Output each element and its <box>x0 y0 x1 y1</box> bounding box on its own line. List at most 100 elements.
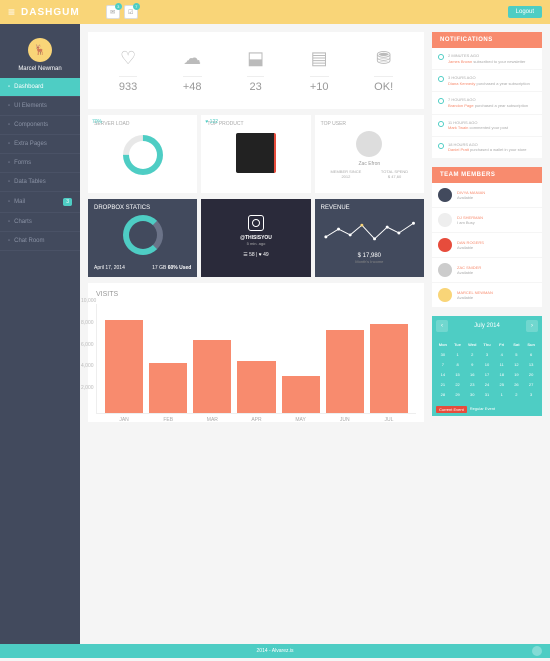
avatar <box>438 213 452 227</box>
calendar-day[interactable]: 4 <box>495 350 509 359</box>
sidebar-item[interactable]: ▫Extra Pages <box>0 135 80 154</box>
revenue-card: REVENUE $ 17,980 Month's Income <box>315 199 424 277</box>
notification-item[interactable]: 18 HOURS AGODaniel Pratt purchased a wal… <box>432 137 542 159</box>
bar: MAY <box>282 376 320 413</box>
stat-database: ⛃OK! <box>374 48 393 93</box>
heart-icon: ♡ <box>119 48 137 68</box>
team-member[interactable]: MARCEL NEWMANAvailable <box>432 283 542 308</box>
likes: ♥ 122 <box>205 119 218 125</box>
sidebar-item[interactable]: ▫Mail3 <box>0 192 80 213</box>
logout-button[interactable]: Logout <box>508 6 542 18</box>
calendar-day[interactable]: 9 <box>465 360 479 369</box>
stat-news: ▤+10 <box>310 48 329 93</box>
calendar-day[interactable]: 8 <box>451 360 465 369</box>
calendar-day[interactable]: 1 <box>495 390 509 399</box>
calendar-day[interactable]: 5 <box>510 350 524 359</box>
stat-heart: ♡933 <box>119 48 137 93</box>
bar: MAR <box>193 340 231 413</box>
donut-chart <box>123 215 163 255</box>
mail-badge: 3 <box>115 3 122 10</box>
calendar-day[interactable]: 2 <box>465 350 479 359</box>
bar: APR <box>237 361 275 413</box>
bar-chart: 2,0004,0006,0008,00010,000JANFEBMARAPRMA… <box>96 304 416 414</box>
database-icon: ⛃ <box>374 48 393 68</box>
top-user-name: Zac Efron <box>321 161 418 167</box>
sidebar-item[interactable]: ▫Forms <box>0 154 80 173</box>
calendar-day[interactable]: 3 <box>524 390 538 399</box>
avatar <box>438 288 452 302</box>
calendar-day[interactable]: 20 <box>524 370 538 379</box>
mail-icon[interactable]: ✉3 <box>106 5 120 19</box>
sidebar-item[interactable]: ▫Components <box>0 116 80 135</box>
cal-tag: Regular Event <box>470 406 495 413</box>
calendar-day[interactable]: 12 <box>510 360 524 369</box>
cal-next-button[interactable]: › <box>526 320 538 332</box>
team-member[interactable]: DJ SHERMANI am Busy <box>432 208 542 233</box>
sidebar-item[interactable]: ▫Chat Room <box>0 232 80 251</box>
calendar-day[interactable]: 16 <box>465 370 479 379</box>
calendar-day[interactable]: 2 <box>510 390 524 399</box>
calendar-day[interactable]: 30 <box>436 350 450 359</box>
team-member[interactable]: DAN ROGERSAvailable <box>432 233 542 258</box>
tasks-badge: 7 <box>133 3 140 10</box>
user-avatar <box>356 131 382 157</box>
dot-icon <box>438 121 444 127</box>
calendar-day[interactable]: 28 <box>436 390 450 399</box>
donut-chart <box>114 127 171 184</box>
notification-item[interactable]: 7 HOURS AGOBrandon Page purchased a year… <box>432 92 542 114</box>
avatar <box>438 263 452 277</box>
menu-toggle-icon[interactable]: ≡ <box>8 5 15 19</box>
sidebar-item[interactable]: ▫Data Tables <box>0 173 80 192</box>
calendar-day[interactable]: 11 <box>495 360 509 369</box>
calendar-day[interactable]: 26 <box>510 380 524 389</box>
calendar-day[interactable]: 31 <box>480 390 494 399</box>
calendar-day[interactable]: 18 <box>495 370 509 379</box>
profile[interactable]: 🦌 Marcel Newman <box>0 32 80 78</box>
calendar-day[interactable]: 23 <box>465 380 479 389</box>
calendar-day[interactable]: 7 <box>436 360 450 369</box>
calendar-day[interactable]: 10 <box>480 360 494 369</box>
notification-item[interactable]: 11 HOURS AGOMark Twain commented your po… <box>432 115 542 137</box>
calendar-day[interactable]: 1 <box>451 350 465 359</box>
sidebar-item[interactable]: ▫UI Elements <box>0 97 80 116</box>
notification-item[interactable]: 3 HOURS AGODiana Kennedy purchased a yea… <box>432 70 542 92</box>
stats-row: ♡933☁+48⬓23▤+10⛃OK! <box>88 32 424 109</box>
notifications-panel: NOTIFICATIONS 2 MINUTES AGOJames Brown s… <box>432 32 542 159</box>
avatar <box>438 238 452 252</box>
calendar-day[interactable]: 3 <box>480 350 494 359</box>
calendar-day[interactable]: 30 <box>465 390 479 399</box>
calendar-day[interactable]: 13 <box>524 360 538 369</box>
calendar-day[interactable]: 15 <box>451 370 465 379</box>
team-member[interactable]: ZAC SNIDERAvailable <box>432 258 542 283</box>
tasks-icon[interactable]: ☑7 <box>124 5 138 19</box>
avatar: 🦌 <box>28 38 52 62</box>
sidebar-item[interactable]: ▫Charts <box>0 213 80 232</box>
calendar-day[interactable]: 17 <box>480 370 494 379</box>
dropbox-card: DROPBOX STATICS April 17, 2014 17 GB 60%… <box>88 199 197 277</box>
topbar: ≡ DASHGUM ✉3 ☑7 Logout <box>0 0 550 24</box>
team-member[interactable]: DIVYA MANIANAvailable <box>432 183 542 208</box>
card-title: DROPBOX STATICS <box>94 205 191 211</box>
calendar-day[interactable]: 27 <box>524 380 538 389</box>
panel-title: NOTIFICATIONS <box>432 32 542 48</box>
server-pct: 70% <box>92 119 102 125</box>
calendar-day[interactable]: 24 <box>480 380 494 389</box>
sidebar: 🦌 Marcel Newman ▫Dashboard▫UI Elements▫C… <box>0 24 80 644</box>
calendar-day[interactable]: 25 <box>495 380 509 389</box>
scroll-top-button[interactable] <box>532 646 542 656</box>
dot-icon <box>438 143 444 149</box>
calendar-day[interactable]: 19 <box>510 370 524 379</box>
calendar-day[interactable]: 22 <box>451 380 465 389</box>
calendar-day[interactable]: 6 <box>524 350 538 359</box>
cal-prev-button[interactable]: ‹ <box>436 320 448 332</box>
calendar-day[interactable]: 14 <box>436 370 450 379</box>
sidebar-item[interactable]: ▫Dashboard <box>0 78 80 97</box>
visits-title: VISITS <box>96 291 416 298</box>
avatar <box>438 188 452 202</box>
instagram-card: @THISISYOU 5 min. ago ☰ 58 | ♥ 49 <box>201 199 310 277</box>
notification-item[interactable]: 2 MINUTES AGOJames Brown subscribed to y… <box>432 48 542 70</box>
sparkline <box>321 217 418 247</box>
calendar-day[interactable]: 21 <box>436 380 450 389</box>
inbox-icon: ⬓ <box>247 48 264 68</box>
calendar-day[interactable]: 29 <box>451 390 465 399</box>
